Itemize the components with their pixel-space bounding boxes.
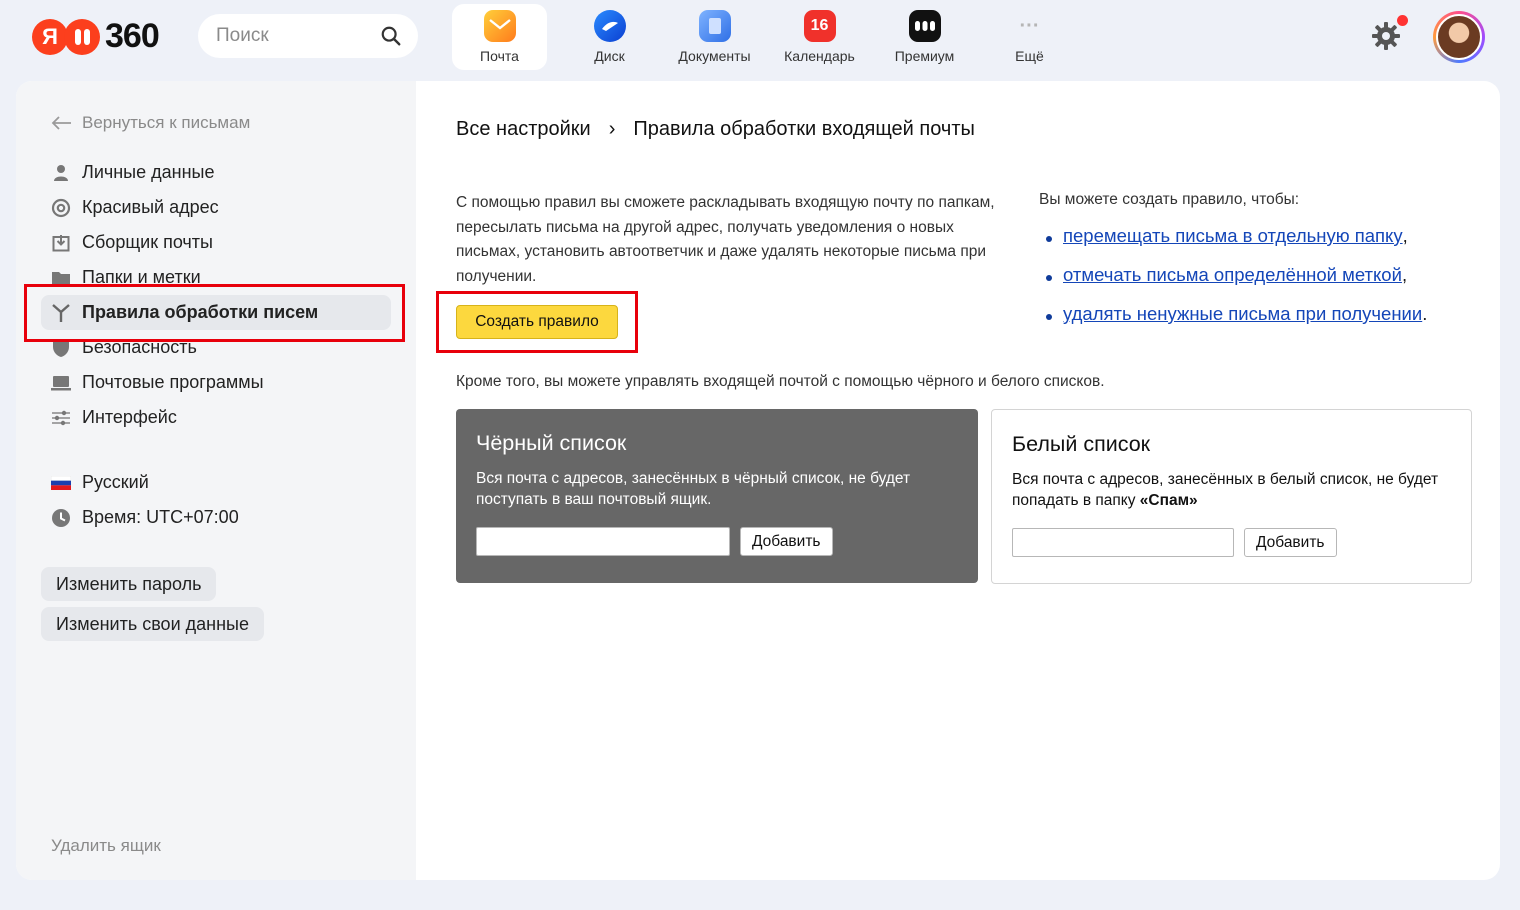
whitelist-title: Белый список <box>1012 432 1151 456</box>
service-premium[interactable]: Премиум <box>872 4 977 70</box>
whitelist-panel: Белый список Вся почта с адресов, занесё… <box>991 409 1472 584</box>
whitelist-description: Вся почта с адресов, занесённых в белый … <box>1012 469 1451 511</box>
change-password-button[interactable]: Изменить пароль <box>41 567 217 601</box>
sidebar-item-personal[interactable]: Личные данные <box>41 155 391 190</box>
sliders-icon <box>51 408 71 428</box>
documents-icon <box>698 10 731 42</box>
sidebar-item-label: Красивый адрес <box>82 197 219 217</box>
blacklist-title: Чёрный список <box>476 431 627 455</box>
gear-icon[interactable] <box>1370 20 1402 52</box>
breadcrumb-separator-icon: › <box>608 118 616 140</box>
logo-number: 360 <box>105 17 160 55</box>
delete-unwanted-link[interactable]: удалять ненужные письма при получении <box>1063 303 1422 325</box>
list-item-suffix: , <box>1402 225 1408 246</box>
service-label: Документы <box>678 48 751 64</box>
lists-intro-text: Кроме того, вы можете управлять входящей… <box>456 373 1105 390</box>
search-placeholder: Поиск <box>216 25 269 46</box>
avatar[interactable] <box>1433 11 1485 63</box>
settings-card: Вернуться к письмам Личные данные Красив… <box>16 81 1500 880</box>
service-label: Премиум <box>894 48 955 64</box>
premium-icon <box>908 10 941 42</box>
search-input[interactable]: Поиск <box>198 14 418 58</box>
logo-360-icon <box>64 18 100 55</box>
move-to-folder-link[interactable]: перемещать письма в отдельную папку <box>1063 225 1403 247</box>
bullet-icon <box>1046 275 1052 281</box>
blacklist-add-button[interactable]: Добавить <box>740 527 833 556</box>
service-label: Диск <box>594 48 625 64</box>
sidebar-item-label: Сборщик почты <box>82 232 213 252</box>
service-more[interactable]: ··· Ещё <box>977 4 1082 70</box>
settings-nav: Личные данные Красивый адрес Сборщик поч… <box>41 155 391 535</box>
calendar-icon: 16 <box>803 10 836 42</box>
service-documents[interactable]: Документы <box>662 4 767 70</box>
rules-purpose-list: перемещать письма в отдельную папку, отм… <box>1046 225 1427 342</box>
disk-icon <box>593 10 626 42</box>
inbox-download-icon <box>51 233 71 253</box>
whitelist-form: Добавить <box>1012 528 1451 557</box>
whitelist-description-text: Вся почта с адресов, занесённых в белый … <box>1012 471 1439 509</box>
breadcrumb: Все настройки › Правила обработки входящ… <box>456 118 975 141</box>
settings-sidebar: Вернуться к письмам Личные данные Красив… <box>16 81 416 880</box>
rules-description: С помощью правил вы сможете раскладывать… <box>456 194 995 285</box>
service-mail[interactable]: Почта <box>452 4 547 70</box>
laptop-icon <box>51 373 71 393</box>
timezone-label: Время: UTC+07:00 <box>82 507 239 527</box>
arrow-left-icon <box>51 116 71 130</box>
blacklist-panel: Чёрный список Вся почта с адресов, занес… <box>456 409 978 583</box>
account-buttons: Изменить пароль Изменить свои данные <box>16 567 264 641</box>
list-item-suffix: , <box>1401 264 1408 285</box>
back-to-mail-link[interactable]: Вернуться к письмам <box>50 113 250 133</box>
avatar-image <box>1436 14 1482 60</box>
sidebar-item-mail-programs[interactable]: Почтовые программы <box>41 365 391 400</box>
blacklist-form: Добавить <box>476 527 958 556</box>
change-data-button[interactable]: Изменить свои данные <box>41 607 264 641</box>
language-selector[interactable]: Русский <box>41 465 391 500</box>
rules-purpose-title: Вы можете создать правило, чтобы: <box>1039 191 1300 208</box>
bullet-icon <box>1046 236 1052 242</box>
sidebar-item-label: Почтовые программы <box>82 372 264 392</box>
service-disk[interactable]: Диск <box>557 4 662 70</box>
flag-ru-icon <box>51 473 71 493</box>
list-item: отмечать письма определённой меткой, <box>1046 264 1427 303</box>
logo-ya-icon: Я <box>32 18 68 55</box>
sidebar-item-collector[interactable]: Сборщик почты <box>41 225 391 260</box>
language-label: Русский <box>82 472 149 492</box>
more-icon: ··· <box>1019 14 1040 37</box>
blacklist-description: Вся почта с адресов, занесённых в чёрный… <box>476 470 911 508</box>
page-title: Правила обработки входящей почты <box>633 118 975 140</box>
whitelist-address-input[interactable] <box>1012 528 1234 557</box>
search-icon[interactable] <box>380 25 402 47</box>
whitelist-add-button[interactable]: Добавить <box>1244 528 1337 557</box>
spam-folder-name: «Спам» <box>1139 492 1198 509</box>
notification-dot <box>1397 15 1408 26</box>
blacklist-address-input[interactable] <box>476 527 730 556</box>
list-item: перемещать письма в отдельную папку, <box>1046 225 1427 264</box>
highlight-box <box>436 291 638 353</box>
service-label: Почта <box>480 48 519 64</box>
timezone-selector[interactable]: Время: UTC+07:00 <box>41 500 391 535</box>
services-nav: Почта Диск Документы 16 Календарь Премиу… <box>452 4 1082 70</box>
bullet-icon <box>1046 314 1052 320</box>
person-icon <box>51 163 71 183</box>
back-label: Вернуться к письмам <box>82 113 251 132</box>
service-label: Календарь <box>784 48 855 64</box>
sidebar-item-address[interactable]: Красивый адрес <box>41 190 391 225</box>
logo[interactable]: Я 360 <box>32 17 160 56</box>
delete-mailbox-link[interactable]: Удалить ящик <box>51 836 161 856</box>
breadcrumb-all-settings[interactable]: Все настройки <box>456 118 591 141</box>
list-item-suffix: . <box>1422 303 1428 324</box>
sidebar-item-label: Интерфейс <box>82 407 177 427</box>
mark-with-label-link[interactable]: отмечать письма определённой меткой <box>1063 264 1402 286</box>
service-calendar[interactable]: 16 Календарь <box>767 4 872 70</box>
list-item: удалять ненужные письма при получении. <box>1046 303 1427 342</box>
clock-icon <box>51 508 71 528</box>
mail-icon <box>483 10 516 42</box>
at-icon <box>51 198 71 218</box>
highlight-box <box>24 284 405 342</box>
sidebar-item-label: Личные данные <box>82 162 215 182</box>
service-label: Ещё <box>1015 48 1044 64</box>
sidebar-item-interface[interactable]: Интерфейс <box>41 400 391 435</box>
